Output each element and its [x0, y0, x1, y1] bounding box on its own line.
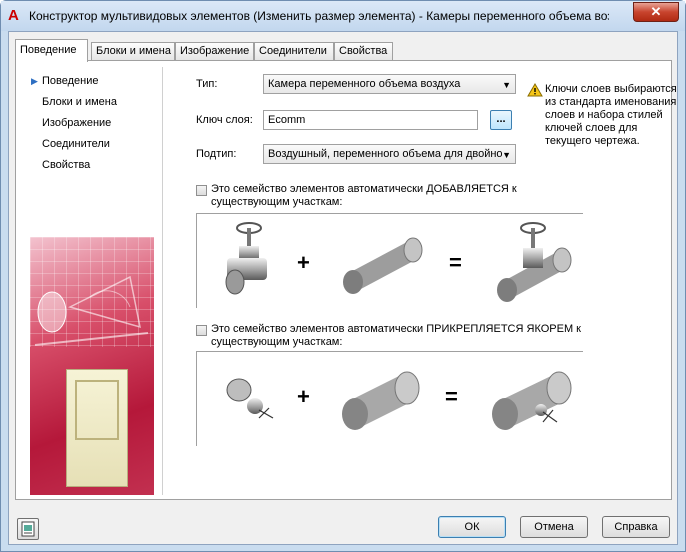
nav-item-behavior[interactable]: ▶ Поведение — [31, 71, 117, 92]
anchored-duct-graphic — [492, 371, 572, 430]
subtype-dropdown[interactable]: Воздушный, переменного объема для двойно… — [263, 144, 516, 164]
drawing-preview-toggle-icon[interactable] — [17, 518, 39, 540]
dialog-client: Поведение Блоки и имена Изображение Соед… — [8, 31, 678, 545]
layer-key-browse-button[interactable]: ... — [490, 110, 512, 130]
auto-add-label: Это семейство элементов автоматически ДО… — [211, 183, 517, 208]
equals-sign: = — [449, 250, 462, 275]
anchor-preview-box: + = — [196, 351, 583, 446]
autocad-logo-icon: A — [8, 7, 19, 24]
type-dropdown[interactable]: Камера переменного объема воздуха ▼ — [263, 74, 516, 94]
auto-anchor-checkbox[interactable] — [196, 325, 207, 336]
help-button[interactable]: Справка — [602, 516, 670, 538]
cancel-button[interactable]: Отмена — [520, 516, 588, 538]
chevron-down-icon: ▼ — [502, 80, 511, 90]
equals-sign: = — [445, 384, 458, 409]
add-preview-box: + = — [196, 213, 583, 308]
plus-sign: + — [297, 384, 310, 409]
nav-item-label: Изображение — [42, 117, 112, 129]
nav-item-view[interactable]: Изображение — [31, 113, 117, 134]
nav-item-label: Свойства — [42, 159, 91, 171]
chevron-down-icon: ▼ — [502, 150, 511, 160]
nav-item-label: Соединители — [42, 138, 110, 150]
arrow-right-icon: ▶ — [31, 76, 38, 86]
nav-item-connectors[interactable]: Соединители — [31, 134, 117, 155]
decorative-illustration — [30, 237, 154, 495]
nav-item-label: Поведение — [42, 75, 99, 87]
drawing-frame-graphic — [75, 380, 119, 440]
title-bar[interactable]: A Конструктор мультивидовых элементов (И… — [1, 1, 685, 31]
navigation-list: ▶ Поведение Блоки и имена Изображение Сое… — [31, 71, 117, 176]
layer-key-hint: Ключи слоев выбираются из стандарта имен… — [545, 83, 677, 147]
auto-add-checkbox[interactable] — [196, 185, 207, 196]
document-icon — [21, 521, 35, 537]
vertical-divider — [162, 67, 163, 495]
tab-panel: ▶ Поведение Блоки и имена Изображение Сое… — [15, 60, 677, 500]
window-title: Конструктор мультивидовых элементов (Изм… — [29, 9, 609, 23]
tab-view[interactable]: Изображение — [175, 42, 254, 61]
ok-button[interactable]: ОК — [438, 516, 506, 538]
dialog-window: A Конструктор мультивидовых элементов (И… — [0, 0, 686, 552]
tab-blocks-and-names[interactable]: Блоки и имена — [91, 42, 175, 61]
drawing-sheet-graphic — [66, 369, 128, 487]
warning-icon — [527, 83, 543, 97]
tab-connectors[interactable]: Соединители — [254, 42, 334, 61]
valve-with-pipe-graphic — [497, 222, 572, 302]
plus-sign: + — [297, 250, 310, 275]
tab-behavior[interactable]: Поведение — [15, 39, 88, 62]
tab-properties[interactable]: Свойства — [334, 42, 393, 61]
nav-item-blocks-and-names[interactable]: Блоки и имена — [31, 92, 117, 113]
type-selected-value: Камера переменного объема воздуха — [268, 78, 461, 90]
nav-item-properties[interactable]: Свойства — [31, 155, 117, 176]
nav-item-label: Блоки и имена — [42, 96, 117, 108]
subtype-selected-value: Воздушный, переменного объема для двойно — [268, 148, 503, 160]
subtype-label: Подтип: — [196, 148, 237, 160]
type-label: Тип: — [196, 78, 218, 90]
layer-key-field[interactable]: Ecomm — [263, 110, 478, 130]
layer-key-label: Ключ слоя: — [196, 114, 253, 126]
drafting-tools-graphic — [34, 275, 149, 346]
close-button[interactable]: ✕ — [633, 2, 679, 22]
auto-anchor-label: Это семейство элементов автоматически ПР… — [211, 323, 581, 348]
